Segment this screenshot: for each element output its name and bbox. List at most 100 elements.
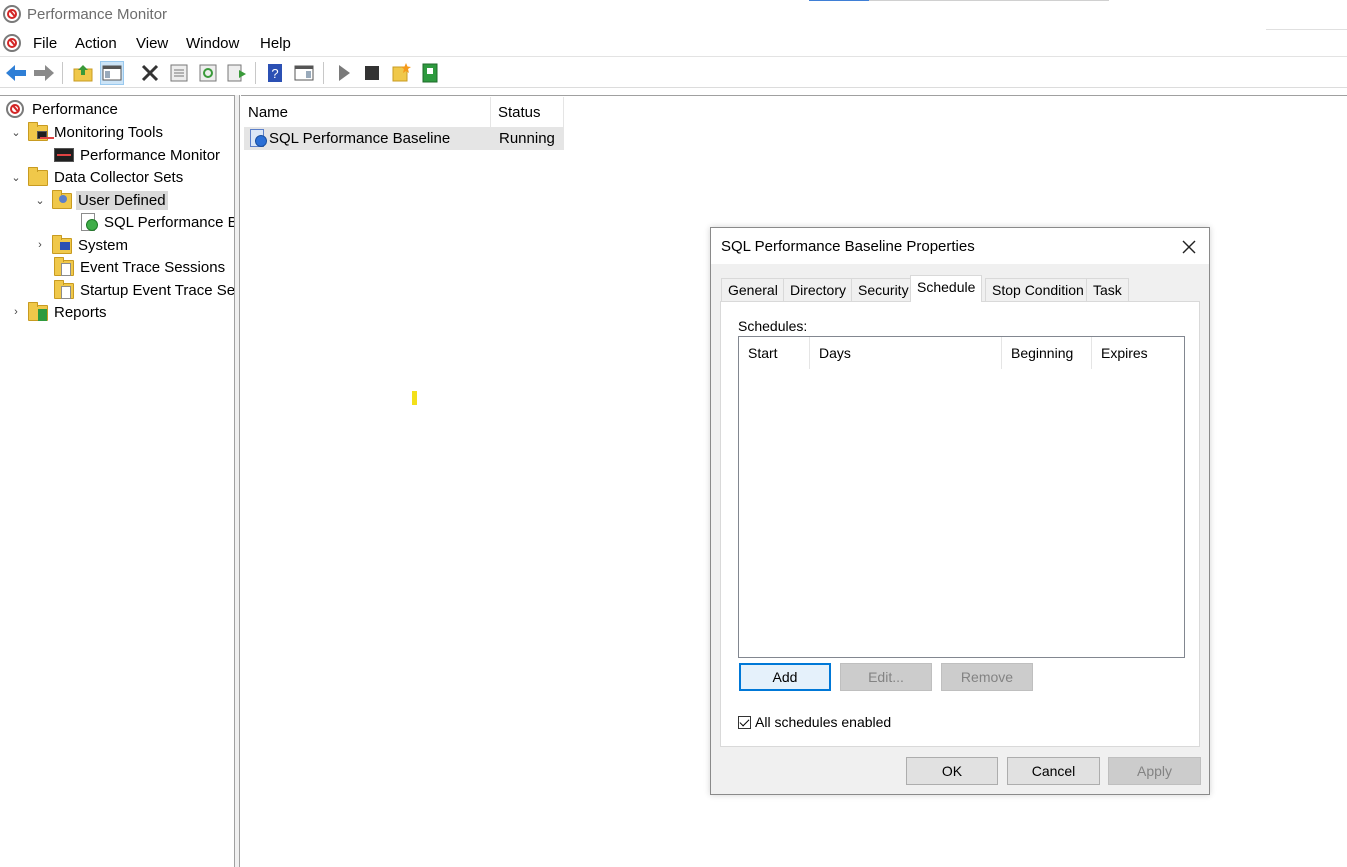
tree-item-sql-performance-baseline[interactable]: SQL Performance Ba [78, 211, 235, 233]
report-icon[interactable] [418, 61, 442, 85]
tree-item-monitoring-tools[interactable]: ⌄ Monitoring Tools [9, 121, 165, 143]
tree-item-label: Reports [54, 303, 107, 321]
menu-view[interactable]: View [134, 35, 170, 52]
all-schedules-enabled-row[interactable]: All schedules enabled [738, 714, 891, 730]
tree-item-label: Performance Monitor [80, 146, 221, 164]
tree-item-event-trace-sessions[interactable]: Event Trace Sessions [54, 256, 227, 278]
chevron-right-icon[interactable]: › [33, 238, 47, 252]
column-header-status[interactable]: Status [491, 97, 564, 127]
toolbar-separator [62, 62, 63, 84]
menu-action[interactable]: Action [73, 35, 119, 52]
title-accent-line [809, 0, 869, 1]
user-folder-icon [52, 190, 72, 209]
tree-item-label: Startup Event Trace Sess [80, 281, 235, 299]
stop-icon[interactable] [360, 61, 384, 85]
reports-folder-icon [28, 302, 48, 321]
data-collector-set-running-icon [247, 129, 267, 147]
cancel-button[interactable]: Cancel [1007, 757, 1100, 785]
toolbar-separator [323, 62, 324, 84]
show-hide-tree-icon[interactable] [100, 61, 124, 85]
schedules-label: Schedules: [738, 318, 808, 334]
menu-file[interactable]: File [31, 35, 59, 52]
dialog-title-bar: SQL Performance Baseline Properties [711, 228, 1209, 264]
tab-task[interactable]: Task [1086, 278, 1129, 301]
schedules-list[interactable]: Start Days Beginning Expires [738, 336, 1185, 658]
title-edge-line [1266, 29, 1347, 30]
add-button[interactable]: Add [739, 663, 831, 691]
title-divider-line [869, 0, 1109, 1]
menu-window[interactable]: Window [184, 35, 241, 52]
all-schedules-enabled-checkbox[interactable] [738, 715, 751, 729]
folder-icon [28, 167, 48, 186]
tab-schedule[interactable]: Schedule [910, 275, 983, 302]
delete-icon[interactable] [138, 61, 162, 85]
close-icon[interactable] [1177, 236, 1201, 258]
tree-item-performance[interactable]: Performance [6, 98, 120, 120]
folder-icon [28, 122, 54, 141]
export-list-icon[interactable] [225, 61, 249, 85]
list-item-status: Running [499, 130, 555, 147]
data-collector-set-running-icon [78, 213, 98, 231]
tree-item-user-defined[interactable]: ⌄ User Defined [33, 189, 168, 211]
show-hide-action-pane-icon[interactable] [292, 61, 316, 85]
toolbar: ? [0, 58, 1347, 88]
tab-general[interactable]: General [721, 278, 785, 301]
tree-item-label: System [78, 236, 129, 254]
tab-stop-condition[interactable]: Stop Condition [985, 278, 1091, 301]
column-header-name[interactable]: Name [241, 97, 491, 127]
list-item-name: SQL Performance Baseline [269, 130, 451, 147]
start-icon[interactable] [332, 61, 356, 85]
column-header-beginning[interactable]: Beginning [1002, 337, 1092, 369]
column-header-start[interactable]: Start [739, 337, 810, 369]
ok-button[interactable]: OK [906, 757, 998, 785]
tree-item-label: Monitoring Tools [54, 123, 163, 141]
help-icon[interactable]: ? [263, 61, 287, 85]
properties-icon[interactable] [167, 61, 191, 85]
chevron-down-icon[interactable]: ⌄ [9, 125, 23, 139]
properties-dialog: SQL Performance Baseline Properties Gene… [710, 227, 1210, 795]
schedule-tab-panel: Schedules: Start Days Beginning Expires … [720, 301, 1200, 747]
chart-monitor-icon [54, 146, 74, 164]
forward-icon[interactable] [32, 61, 56, 85]
tree-item-label: SQL Performance Ba [104, 213, 235, 231]
trace-folder-icon [54, 257, 74, 276]
chevron-down-icon[interactable]: ⌄ [9, 170, 23, 184]
column-header-days[interactable]: Days [810, 337, 1002, 369]
list-item[interactable]: SQL Performance Baseline Running [244, 127, 564, 150]
system-menu-icon[interactable] [3, 34, 21, 52]
column-header-expires[interactable]: Expires [1092, 337, 1184, 369]
tab-directory[interactable]: Directory [783, 278, 854, 301]
performance-monitor-icon [3, 5, 21, 23]
remove-button[interactable]: Remove [941, 663, 1033, 691]
all-schedules-enabled-label: All schedules enabled [755, 714, 892, 730]
tree-item-label: User Defined [76, 190, 168, 210]
tree-item-startup-event-trace-sessions[interactable]: Startup Event Trace Sess [54, 279, 235, 301]
system-folder-icon [52, 235, 72, 254]
tree-item-data-collector-sets[interactable]: ⌄ Data Collector Sets [9, 166, 185, 188]
tree-item-label: Performance [32, 100, 118, 118]
tree-item-system[interactable]: › System [33, 234, 130, 256]
svg-text:?: ? [271, 66, 278, 81]
title-bar: Performance Monitor [0, 0, 1347, 30]
pane-splitter[interactable] [235, 95, 240, 867]
tree-item-label: Event Trace Sessions [80, 258, 226, 276]
navigation-tree: Performance ⌄ Monitoring Tools Performan… [0, 95, 235, 867]
apply-button[interactable]: Apply [1108, 757, 1201, 785]
edit-button[interactable]: Edit... [840, 663, 932, 691]
tree-item-reports[interactable]: › Reports [9, 301, 109, 323]
tab-security[interactable]: Security [851, 278, 916, 301]
chevron-right-icon[interactable]: › [9, 305, 23, 319]
menu-bar: File Action View Window Help [0, 31, 1347, 57]
cursor-highlight [412, 391, 417, 405]
refresh-icon[interactable] [196, 61, 220, 85]
tree-item-performance-monitor[interactable]: Performance Monitor [54, 144, 222, 166]
performance-monitor-icon [6, 100, 26, 118]
new-icon[interactable] [389, 61, 413, 85]
window-title: Performance Monitor [27, 6, 168, 23]
chevron-down-icon[interactable]: ⌄ [33, 193, 47, 207]
up-folder-icon[interactable] [71, 61, 95, 85]
back-icon[interactable] [4, 61, 28, 85]
dialog-title: SQL Performance Baseline Properties [721, 238, 975, 255]
menu-help[interactable]: Help [258, 35, 293, 52]
tree-item-label: Data Collector Sets [54, 168, 184, 186]
